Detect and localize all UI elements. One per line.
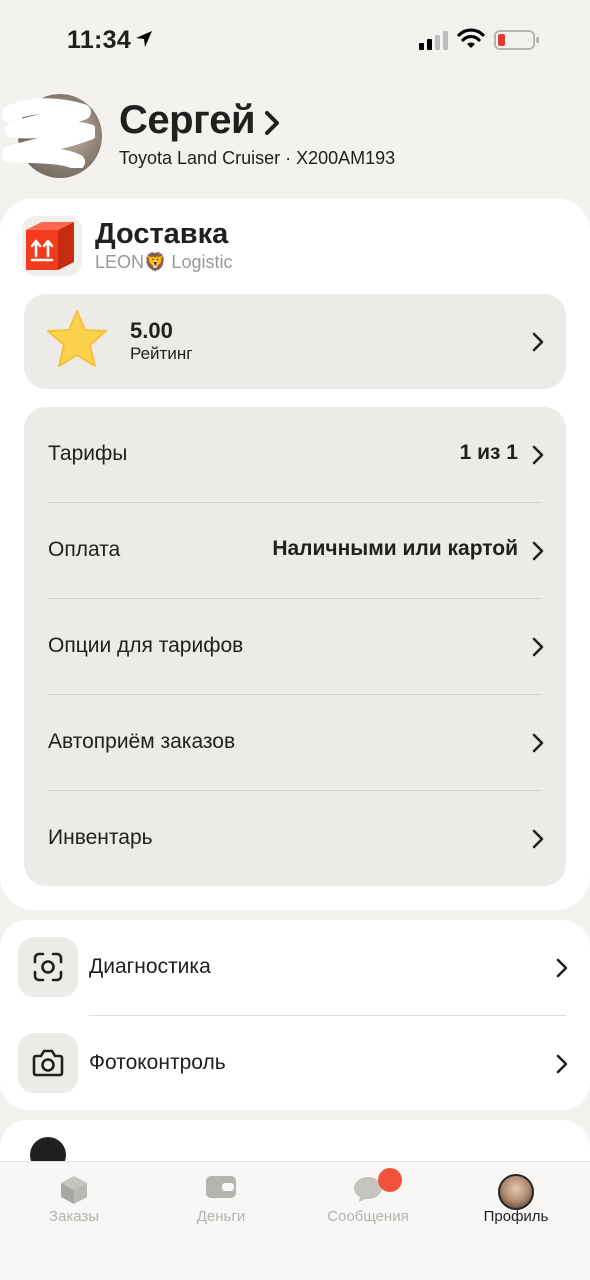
- tool-icon-container: [18, 937, 78, 997]
- wallet-icon: [206, 1176, 236, 1198]
- settings-item-value: Наличными или картой: [272, 537, 518, 560]
- settings-item-payment[interactable]: Оплата Наличными или картой: [24, 503, 566, 599]
- settings-item-inventory[interactable]: Инвентарь: [24, 791, 566, 887]
- tool-item-label: Фотоконтроль: [89, 1051, 226, 1074]
- business-subtitle: LEON🦁 Logistic: [95, 252, 233, 272]
- settings-item-label: Инвентарь: [48, 826, 153, 849]
- orders-box-icon: [61, 1176, 87, 1204]
- camera-icon: [32, 1049, 64, 1077]
- tab-orders[interactable]: Заказы: [4, 1162, 144, 1242]
- profile-name-link[interactable]: Сергей: [119, 98, 281, 143]
- star-icon: [47, 310, 107, 367]
- chevron-right-icon: [532, 829, 544, 849]
- status-time: 11:34: [67, 26, 132, 54]
- rating-value: 5.00: [130, 318, 173, 343]
- tool-item-diagnostics[interactable]: Диагностика: [0, 920, 590, 1016]
- settings-item-label: Автоприём заказов: [48, 730, 236, 753]
- status-bar: 11:34: [0, 0, 590, 80]
- battery-low-icon: [494, 30, 539, 50]
- car-info: Toyota Land Cruiser · Х200АМ193: [119, 148, 396, 168]
- redaction-scribble: [3, 98, 95, 168]
- tab-label: Заказы: [48, 1208, 100, 1225]
- delivery-logo: [22, 216, 82, 276]
- unread-badge: [378, 1168, 402, 1192]
- profile-name: Сергей: [119, 98, 256, 142]
- settings-item-label: Тарифы: [48, 442, 128, 465]
- chevron-right-icon: [556, 958, 568, 978]
- tools-list: Диагностика Фотоконтроль: [0, 920, 590, 1110]
- tab-label: Сообщения: [327, 1208, 409, 1225]
- tool-item-label: Диагностика: [89, 955, 211, 978]
- settings-item-value: 1 из 1: [459, 441, 518, 464]
- settings-item-label: Оплата: [48, 538, 121, 561]
- chevron-right-icon: [265, 110, 280, 135]
- settings-item-auto-accept[interactable]: Автоприём заказов: [24, 695, 566, 791]
- delivery-box-icon: [26, 222, 74, 270]
- bottom-tab-bar: Заказы Деньги Сообщения Профиль: [0, 1161, 590, 1280]
- tool-icon-container: [18, 1033, 78, 1093]
- settings-item-tariff-options[interactable]: Опции для тарифов: [24, 599, 566, 695]
- wifi-icon: [457, 28, 485, 48]
- rating-label: Рейтинг: [130, 344, 193, 363]
- avatar: [498, 1174, 534, 1210]
- settings-item-label: Опции для тарифов: [48, 634, 244, 657]
- chevron-right-icon: [556, 1054, 568, 1074]
- chevron-right-icon: [532, 733, 544, 753]
- chevron-right-icon: [532, 541, 544, 561]
- chevron-right-icon: [532, 332, 544, 352]
- settings-list: Тарифы 1 из 1 Оплата Наличными или карто…: [24, 407, 566, 886]
- tab-profile[interactable]: Профиль: [446, 1162, 586, 1242]
- chevron-right-icon: [532, 637, 544, 657]
- tab-money[interactable]: Деньги: [151, 1162, 291, 1242]
- tab-label: Профиль: [483, 1208, 549, 1225]
- business-title: Доставка: [95, 218, 229, 250]
- tab-messages[interactable]: Сообщения: [298, 1162, 438, 1242]
- tab-label: Деньги: [196, 1208, 246, 1225]
- tool-item-photo-control[interactable]: Фотоконтроль: [0, 1016, 590, 1112]
- cellular-signal-icon: [419, 31, 448, 50]
- rating-row[interactable]: 5.00 Рейтинг: [24, 294, 566, 389]
- chevron-right-icon: [532, 445, 544, 465]
- location-arrow-icon: [136, 31, 152, 47]
- scan-icon: [33, 952, 63, 982]
- settings-item-tariffs[interactable]: Тарифы 1 из 1: [24, 407, 566, 503]
